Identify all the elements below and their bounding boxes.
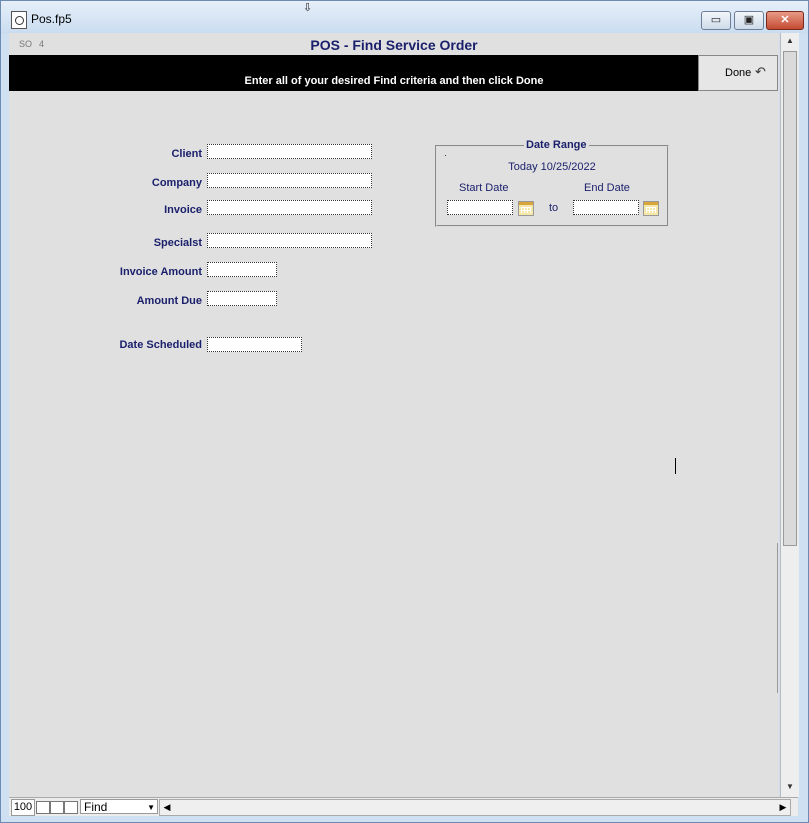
zoom-level[interactable]: 100 [11, 799, 35, 816]
window-title: Pos.fp5 [31, 12, 72, 26]
amount-due-label: Amount Due [136, 295, 202, 307]
date-scheduled-field[interactable] [207, 337, 302, 352]
calendar-icon[interactable] [643, 201, 659, 216]
scroll-up-icon[interactable]: ▲ [781, 33, 799, 49]
maximize-button[interactable]: ▣ [734, 11, 764, 30]
client-label: Client [171, 148, 202, 160]
file-icon [11, 11, 27, 29]
invoice-amount-field[interactable] [207, 262, 277, 277]
to-label: to [549, 202, 559, 214]
invoice-amount-label: Invoice Amount [119, 266, 202, 278]
close-button[interactable]: ✕ [766, 11, 804, 30]
specialist-label: Specialst [153, 237, 202, 249]
amount-due-field[interactable] [207, 291, 277, 306]
end-date-field[interactable] [573, 200, 639, 215]
invoice-label: Invoice [164, 204, 202, 216]
title-bar: Pos.fp5 ⇩ ▭ ▣ ✕ [1, 1, 808, 34]
scroll-left-icon[interactable]: ◀ [160, 800, 174, 815]
date-range-title: Date Range [524, 139, 589, 151]
scroll-thumb[interactable] [783, 51, 797, 546]
calendar-icon[interactable] [518, 201, 534, 216]
client-field[interactable] [207, 144, 372, 159]
mode-value: Find [84, 800, 108, 814]
date-range-box: Date Range Today 10/25/2022 Start Date E… [435, 139, 669, 227]
tick-mark [445, 155, 446, 156]
company-label: Company [151, 177, 202, 189]
today-date: Today 10/25/2022 [508, 161, 596, 173]
field-labels: Client Company Invoice Specialst Invoice… [9, 33, 202, 433]
status-bar: 100 Find ▼ ◀ ▶ [9, 797, 798, 816]
start-date-field[interactable] [447, 200, 513, 215]
company-field[interactable] [207, 173, 372, 188]
scroll-down-icon[interactable]: ▼ [781, 779, 799, 795]
status-area-icon[interactable] [64, 801, 78, 814]
done-button-label: Done [725, 67, 752, 79]
text-cursor [675, 458, 676, 474]
undo-arrow-icon: ↶ [755, 64, 766, 79]
vertical-scrollbar[interactable]: ▲ ▼ [780, 33, 799, 797]
minimize-button[interactable]: ▭ [701, 11, 731, 30]
mode-select[interactable]: Find ▼ [80, 799, 158, 814]
date-scheduled-label: Date Scheduled [119, 339, 202, 351]
end-date-label: End Date [584, 182, 630, 194]
done-button[interactable]: Done ↶ [698, 55, 778, 91]
zoom-in-icon[interactable] [50, 801, 64, 814]
zoom-out-icon[interactable] [36, 801, 50, 814]
mouse-cursor-icon: ⇩ [303, 2, 313, 14]
layout-edge-line [777, 543, 778, 693]
layout-area: SO 4 POS - Find Service Order Enter all … [9, 33, 779, 797]
specialist-field[interactable] [207, 233, 372, 248]
chevron-down-icon: ▼ [147, 803, 155, 812]
horizontal-scrollbar[interactable]: ◀ ▶ [159, 799, 791, 816]
scroll-right-icon[interactable]: ▶ [776, 800, 790, 815]
invoice-field[interactable] [207, 200, 372, 215]
start-date-label: Start Date [459, 182, 509, 194]
